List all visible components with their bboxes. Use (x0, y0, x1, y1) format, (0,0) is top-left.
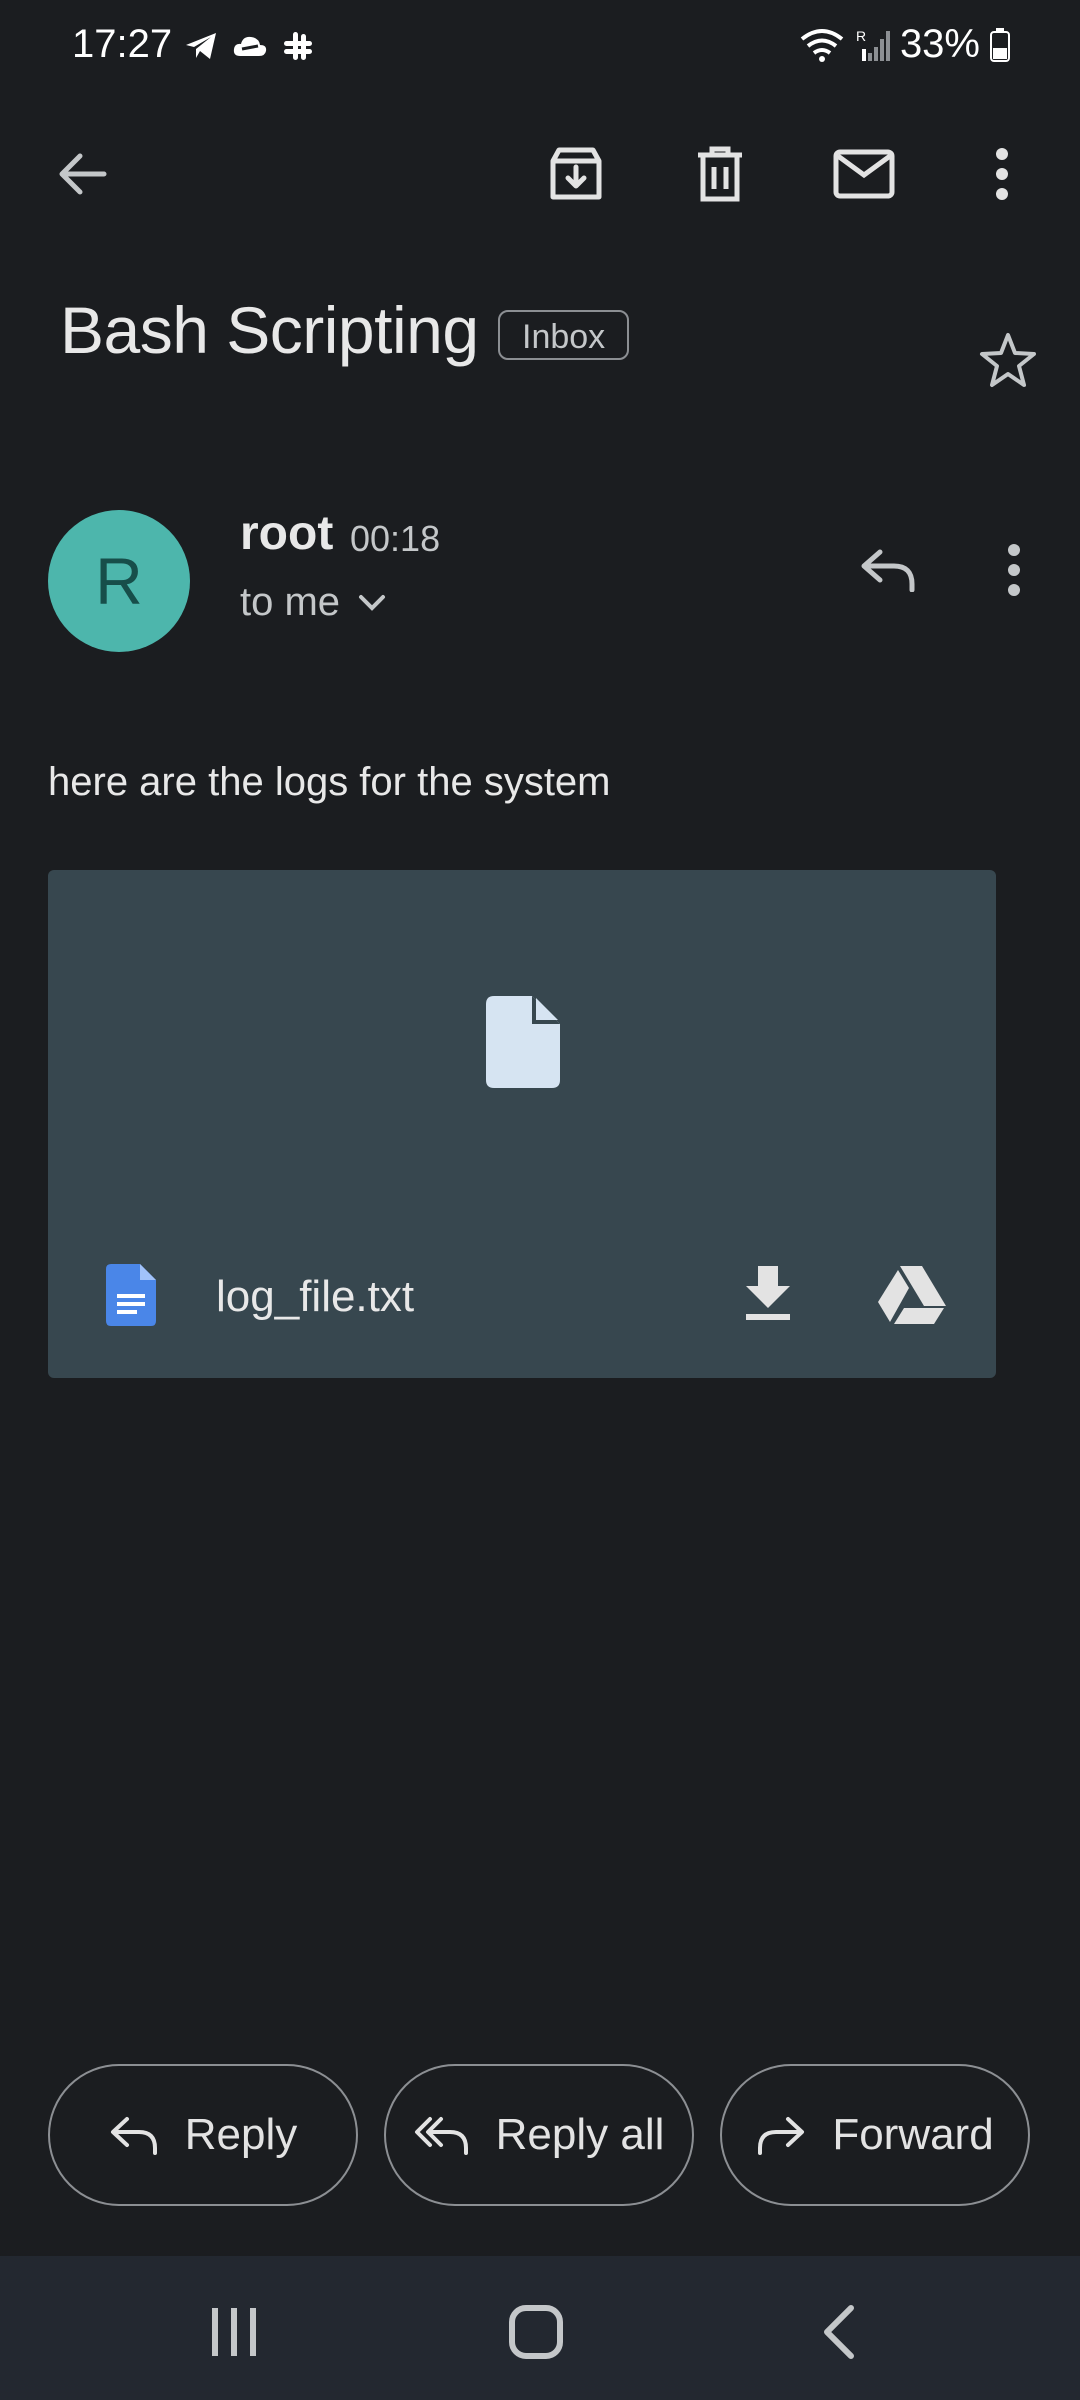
cloud-icon (232, 32, 268, 60)
status-right-cluster: R 33% (800, 22, 1010, 67)
reply-label: Reply (184, 2110, 298, 2159)
recents-button[interactable] (184, 2292, 284, 2372)
trash-icon (695, 145, 745, 203)
arrow-back-icon (56, 150, 108, 198)
battery-icon (990, 27, 1010, 62)
delete-button[interactable] (672, 126, 768, 222)
doc-icon (106, 1264, 156, 1326)
reply-icon (860, 548, 916, 592)
chevron-left-icon (821, 2304, 855, 2360)
star-button[interactable] (960, 312, 1056, 408)
reply-all-icon (414, 2115, 470, 2155)
sender-name: root (240, 507, 334, 560)
battery-percent: 33% (899, 22, 980, 66)
home-icon (508, 2304, 564, 2360)
email-time: 00:18 (350, 518, 441, 559)
reply-icon (109, 2115, 159, 2155)
archive-icon (547, 145, 605, 203)
drive-icon[interactable] (878, 1266, 946, 1324)
recipient-text: to me (240, 580, 341, 624)
reply-all-button[interactable]: Reply all (384, 2064, 694, 2206)
more-vert-icon (995, 148, 1009, 200)
slack-icon (282, 30, 314, 62)
chevron-down-icon (358, 594, 386, 612)
inbox-label-chip[interactable]: Inbox (498, 310, 630, 360)
back-nav-button[interactable] (788, 2292, 888, 2372)
forward-button[interactable]: Forward (720, 2064, 1030, 2206)
recents-icon (210, 2306, 258, 2358)
status-app-icons (184, 30, 314, 62)
star-icon (978, 331, 1038, 389)
download-icon[interactable] (744, 1266, 792, 1320)
file-icon (486, 996, 560, 1088)
more-options-button[interactable] (954, 126, 1050, 222)
reply-icon-button[interactable] (840, 522, 936, 618)
recipients-toggle[interactable]: to me (240, 580, 386, 625)
email-body: here are the logs for the system (48, 760, 611, 804)
home-button[interactable] (486, 2292, 586, 2372)
email-subject: Bash Scripting (60, 293, 479, 367)
back-button[interactable] (34, 126, 130, 222)
forward-label: Forward (832, 2110, 994, 2159)
mail-icon (833, 149, 895, 199)
message-more-button[interactable] (966, 522, 1062, 618)
archive-button[interactable] (528, 126, 624, 222)
reply-button[interactable]: Reply (48, 2064, 358, 2206)
more-vert-icon (1007, 544, 1021, 596)
attachment-filename: log_file.txt (216, 1272, 415, 1321)
avatar[interactable]: R (48, 510, 190, 652)
status-time: 17:27 (72, 22, 173, 66)
signal-icon: R (854, 27, 890, 63)
mark-unread-button[interactable] (816, 126, 912, 222)
reply-all-label: Reply all (495, 2110, 665, 2159)
forward-icon (756, 2115, 806, 2155)
attachment-card[interactable]: log_file.txt (48, 870, 996, 1378)
telegram-icon (184, 31, 218, 61)
svg-text:R: R (856, 28, 866, 44)
wifi-icon (800, 27, 844, 63)
